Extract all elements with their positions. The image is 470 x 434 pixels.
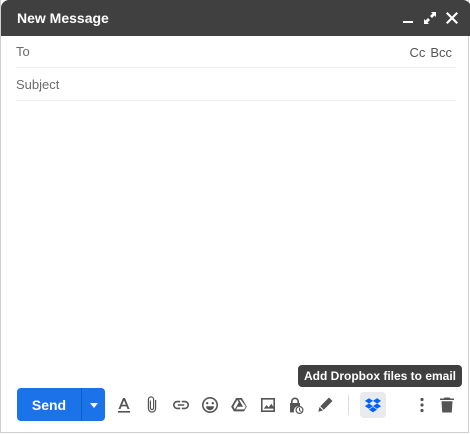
discard-icon[interactable] xyxy=(435,393,459,417)
emoji-icon[interactable] xyxy=(198,393,222,417)
dropbox-icon xyxy=(364,398,382,413)
subject-placeholder: Subject xyxy=(16,77,60,92)
send-button[interactable]: Send xyxy=(17,388,81,421)
cc-bcc-links: Cc Bcc xyxy=(409,45,452,60)
message-body[interactable] xyxy=(16,102,456,372)
subject-field[interactable]: Subject xyxy=(16,69,456,101)
drive-icon[interactable] xyxy=(227,393,251,417)
minimize-icon[interactable] xyxy=(399,9,417,27)
send-button-group: Send xyxy=(17,388,105,421)
fullscreen-icon[interactable] xyxy=(421,9,439,27)
caret-down-icon xyxy=(89,402,98,408)
bcc-link[interactable]: Bcc xyxy=(430,45,452,60)
to-field[interactable]: To Cc Bcc xyxy=(16,36,456,68)
compose-title: New Message xyxy=(17,10,109,26)
dropbox-tooltip: Add Dropbox files to email xyxy=(298,365,463,387)
compose-window: New Message To Cc Bcc Subject Add Dropbo… xyxy=(0,0,470,433)
dropbox-button[interactable] xyxy=(360,392,386,418)
close-icon[interactable] xyxy=(443,9,461,27)
cc-link[interactable]: Cc xyxy=(409,45,425,60)
more-options-icon[interactable] xyxy=(410,393,434,417)
link-icon[interactable] xyxy=(169,393,193,417)
send-options-button[interactable] xyxy=(81,388,105,421)
toolbar-divider xyxy=(348,395,349,415)
formatting-icon[interactable] xyxy=(112,393,136,417)
compose-titlebar[interactable]: New Message xyxy=(1,0,470,36)
titlebar-controls xyxy=(399,9,461,27)
confidential-icon[interactable] xyxy=(284,393,308,417)
attach-icon[interactable] xyxy=(140,393,164,417)
to-label: To xyxy=(16,44,30,59)
signature-icon[interactable] xyxy=(313,393,337,417)
photo-icon[interactable] xyxy=(256,393,280,417)
